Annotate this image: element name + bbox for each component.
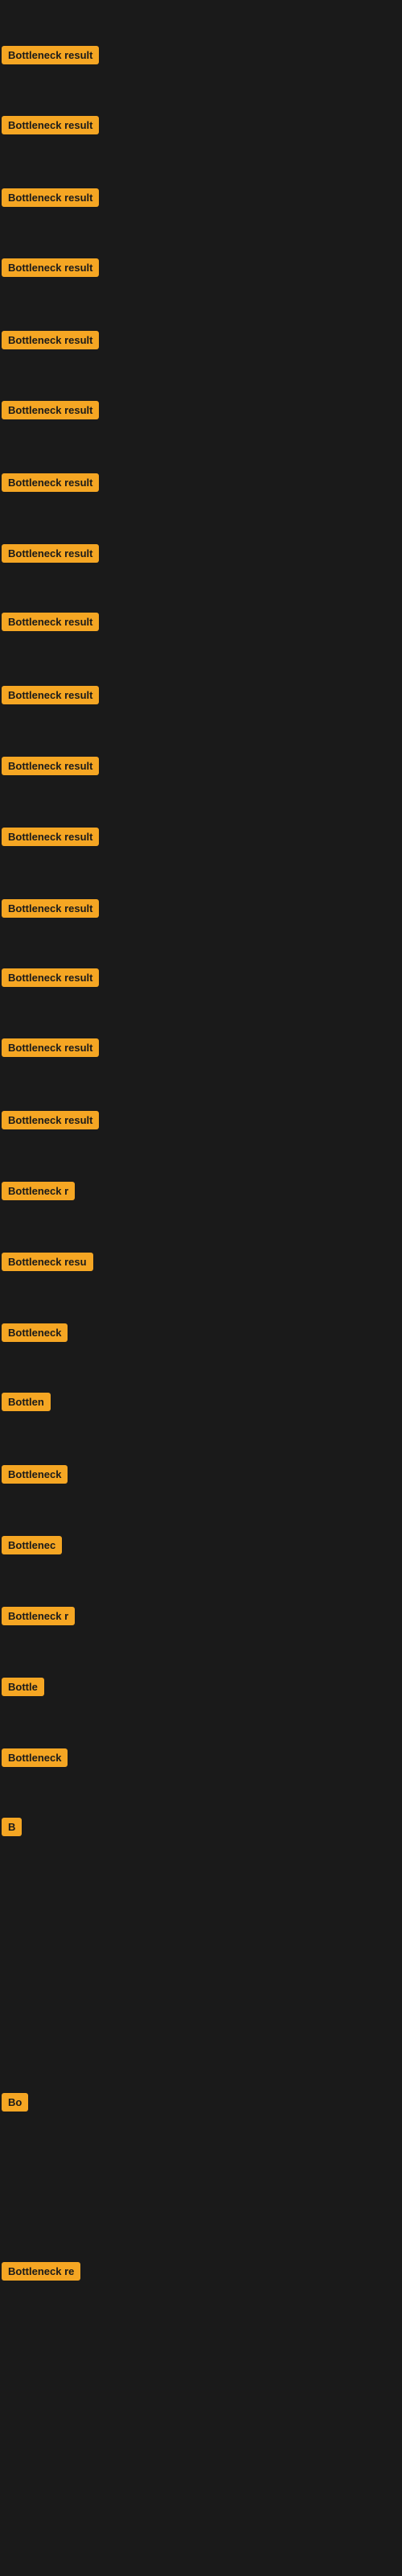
- bottleneck-badge-1: Bottleneck result: [2, 46, 99, 64]
- bottleneck-badge-16: Bottleneck result: [2, 1111, 99, 1129]
- bottleneck-badge-24: Bottle: [2, 1678, 44, 1696]
- bottleneck-badge-15: Bottleneck result: [2, 1038, 99, 1057]
- bottleneck-badge-11: Bottleneck result: [2, 757, 99, 775]
- bottleneck-badge-6: Bottleneck result: [2, 401, 99, 419]
- page-container: Bottleneck result Bottleneck result Bottle…: [0, 0, 402, 2576]
- bottleneck-item-29: Bottleneck re: [2, 2262, 80, 2281]
- bottleneck-item-17: Bottleneck r: [2, 1182, 75, 1200]
- bottleneck-item-14: Bottleneck result: [2, 968, 99, 987]
- bottleneck-item-22: Bottlenec: [2, 1536, 62, 1554]
- bottleneck-item-24: Bottle: [2, 1678, 44, 1696]
- bottleneck-item-3: Bottleneck result: [2, 188, 99, 207]
- site-title: [0, 0, 402, 10]
- bottleneck-item-20: Bottlen: [2, 1393, 51, 1411]
- bottleneck-item-6: Bottleneck result: [2, 401, 99, 419]
- bottleneck-badge-7: Bottleneck result: [2, 473, 99, 492]
- bottleneck-item-28: Bo: [2, 2093, 28, 2112]
- bottleneck-badge-26: B: [2, 1818, 22, 1836]
- bottleneck-item-12: Bottleneck result: [2, 828, 99, 846]
- bottleneck-item-4: Bottleneck result: [2, 258, 99, 277]
- bottleneck-badge-12: Bottleneck result: [2, 828, 99, 846]
- bottleneck-item-9: Bottleneck result: [2, 613, 99, 631]
- bottleneck-badge-29: Bottleneck re: [2, 2262, 80, 2281]
- bottleneck-item-1: Bottleneck result: [2, 46, 99, 64]
- bottleneck-badge-22: Bottlenec: [2, 1536, 62, 1554]
- bottleneck-badge-28: Bo: [2, 2093, 28, 2112]
- bottleneck-item-13: Bottleneck result: [2, 899, 99, 918]
- bottleneck-badge-13: Bottleneck result: [2, 899, 99, 918]
- bottleneck-badge-23: Bottleneck r: [2, 1607, 75, 1625]
- bottleneck-item-25: Bottleneck: [2, 1748, 68, 1767]
- bottleneck-item-11: Bottleneck result: [2, 757, 99, 775]
- bottleneck-item-2: Bottleneck result: [2, 116, 99, 134]
- bottleneck-badge-18: Bottleneck resu: [2, 1253, 93, 1271]
- bottleneck-item-23: Bottleneck r: [2, 1607, 75, 1625]
- bottleneck-badge-8: Bottleneck result: [2, 544, 99, 563]
- bottleneck-item-19: Bottleneck: [2, 1323, 68, 1342]
- bottleneck-badge-25: Bottleneck: [2, 1748, 68, 1767]
- bottleneck-badge-10: Bottleneck result: [2, 686, 99, 704]
- bottleneck-item-7: Bottleneck result: [2, 473, 99, 492]
- bottleneck-badge-21: Bottleneck: [2, 1465, 68, 1484]
- bottleneck-badge-19: Bottleneck: [2, 1323, 68, 1342]
- bottleneck-badge-9: Bottleneck result: [2, 613, 99, 631]
- bottleneck-item-5: Bottleneck result: [2, 331, 99, 349]
- bottleneck-item-21: Bottleneck: [2, 1465, 68, 1484]
- bottleneck-item-8: Bottleneck result: [2, 544, 99, 563]
- bottleneck-item-10: Bottleneck result: [2, 686, 99, 704]
- bottleneck-badge-14: Bottleneck result: [2, 968, 99, 987]
- bottleneck-badge-20: Bottlen: [2, 1393, 51, 1411]
- bottleneck-badge-2: Bottleneck result: [2, 116, 99, 134]
- bottleneck-badge-3: Bottleneck result: [2, 188, 99, 207]
- bottleneck-item-15: Bottleneck result: [2, 1038, 99, 1057]
- bottleneck-badge-4: Bottleneck result: [2, 258, 99, 277]
- bottleneck-badge-17: Bottleneck r: [2, 1182, 75, 1200]
- bottleneck-item-26: B: [2, 1818, 22, 1836]
- bottleneck-badge-5: Bottleneck result: [2, 331, 99, 349]
- bottleneck-item-18: Bottleneck resu: [2, 1253, 93, 1271]
- bottleneck-item-16: Bottleneck result: [2, 1111, 99, 1129]
